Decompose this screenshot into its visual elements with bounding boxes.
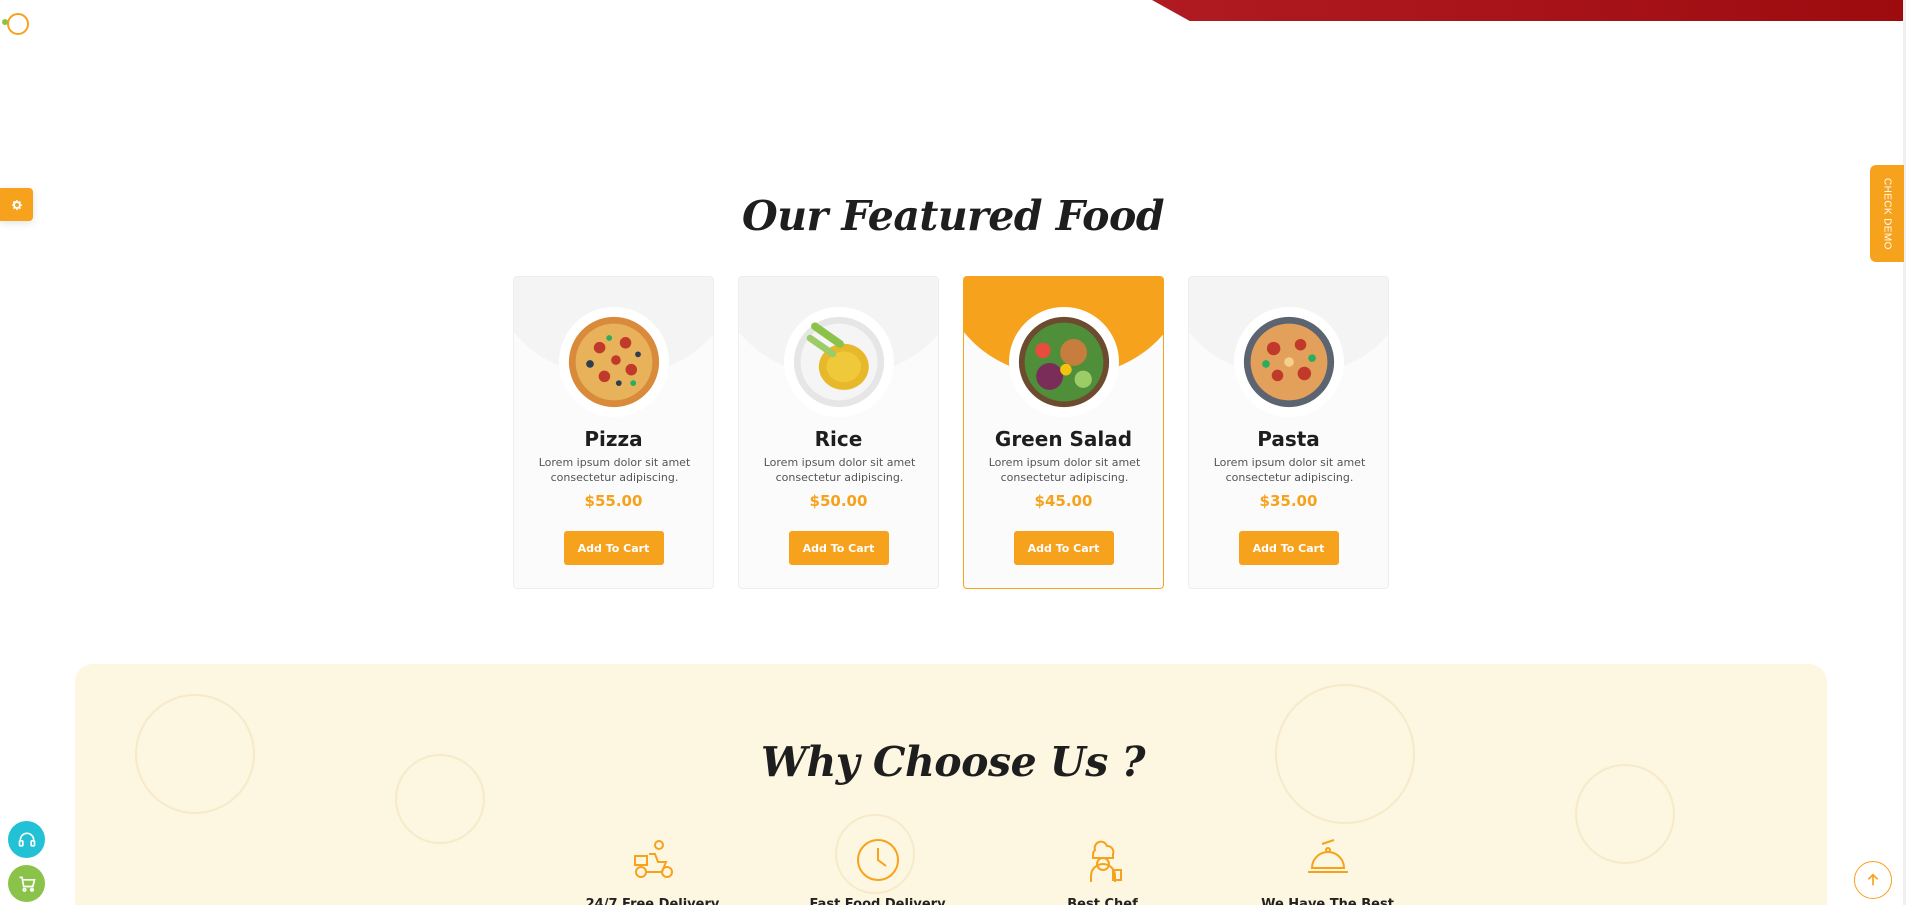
food-name: Rice (814, 427, 863, 451)
feature-label: Fast Food Delivery (809, 897, 946, 905)
food-card-green-salad[interactable]: Green Salad Lorem ipsum dolor sit amet c… (963, 276, 1164, 589)
why-choose-us-title: Why Choose Us ? (760, 738, 1146, 786)
feature-label: Best Chef (1067, 897, 1138, 905)
loader-dot (2, 19, 8, 25)
add-to-cart-button[interactable]: Add To Cart (788, 531, 889, 565)
back-to-top-button[interactable] (1854, 861, 1892, 899)
food-price: $55.00 (584, 492, 643, 510)
food-price: $45.00 (1034, 492, 1093, 510)
feature-label: 24/7 Free Delivery (585, 897, 720, 905)
food-name: Green Salad (994, 427, 1133, 451)
featured-section-title: Our Featured Food (741, 192, 1165, 240)
food-price: $50.00 (809, 492, 868, 510)
food-card-pasta[interactable]: Pasta Lorem ipsum dolor sit amet consect… (1188, 276, 1389, 589)
food-description: Lorem ipsum dolor sit amet consectetur a… (988, 456, 1141, 484)
delivery-scooter-icon (633, 840, 673, 878)
food-name: Pasta (1257, 427, 1320, 451)
features-list: 24/7 Free Delivery Fast Food Delivery Be… (540, 836, 1440, 905)
loader-ring-icon (7, 13, 29, 35)
salad-image (1008, 307, 1119, 417)
top-banner (1152, 0, 1906, 21)
headset-icon (18, 832, 35, 847)
food-card-rice[interactable]: Rice Lorem ipsum dolor sit amet consecte… (738, 276, 939, 589)
add-to-cart-button[interactable]: Add To Cart (1238, 531, 1339, 565)
feature-item: 24/7 Free Delivery (540, 836, 765, 905)
rice-image (783, 307, 894, 417)
chef-icon (1089, 840, 1122, 882)
food-name: Pizza (584, 427, 643, 451)
featured-food-cards: Pizza Lorem ipsum dolor sit amet consect… (513, 276, 1389, 589)
food-description: Lorem ipsum dolor sit amet consectetur a… (763, 456, 916, 484)
support-button[interactable] (8, 821, 45, 858)
feature-item: Best Chef (990, 836, 1215, 905)
food-card-pizza[interactable]: Pizza Lorem ipsum dolor sit amet consect… (513, 276, 714, 589)
cart-button[interactable] (8, 865, 45, 902)
add-to-cart-button[interactable]: Add To Cart (563, 531, 664, 565)
feature-item: We Have The Best (1215, 836, 1440, 905)
arrow-up-icon (1867, 873, 1879, 886)
pasta-image (1233, 307, 1344, 417)
feature-item: Fast Food Delivery (765, 836, 990, 905)
clock-icon (856, 839, 899, 881)
food-description: Lorem ipsum dolor sit amet consectetur a… (1213, 456, 1366, 484)
add-to-cart-button[interactable]: Add To Cart (1013, 531, 1114, 565)
food-price: $35.00 (1259, 492, 1318, 510)
feature-label: We Have The Best (1261, 897, 1394, 905)
food-description: Lorem ipsum dolor sit amet consectetur a… (538, 456, 691, 484)
food-cloche-icon (1307, 839, 1348, 873)
pizza-image (558, 307, 669, 417)
cart-icon (19, 876, 36, 892)
